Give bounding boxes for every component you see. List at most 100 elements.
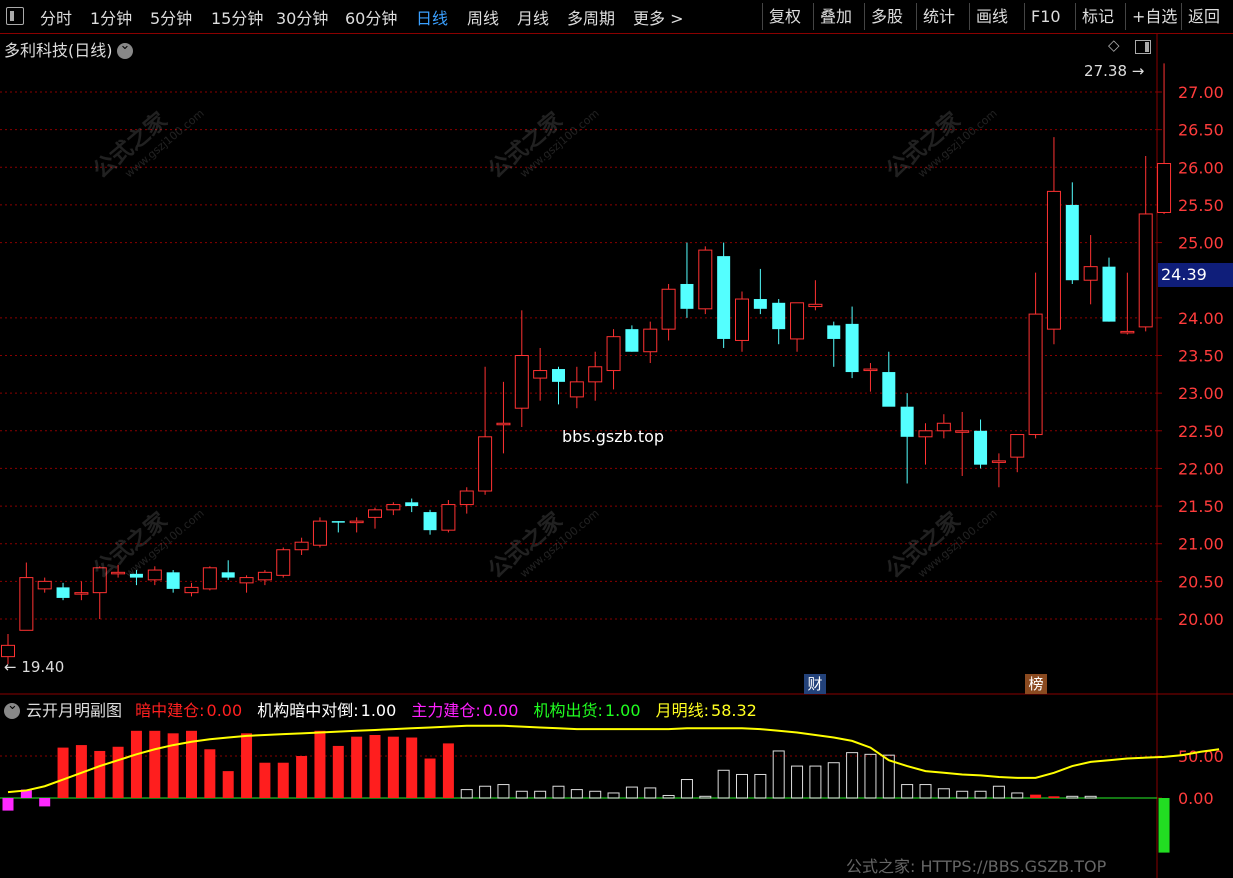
candle-body-up	[514, 355, 529, 409]
mark-button[interactable]: 标记	[1075, 3, 1120, 30]
indicator-bar	[937, 788, 950, 799]
candle-body-up	[1046, 190, 1061, 330]
indicator-bar	[791, 765, 804, 799]
candle-body-down	[552, 369, 565, 382]
candle-body-down	[753, 299, 767, 309]
period-tab[interactable]: 5分钟	[150, 5, 192, 29]
overlay-button[interactable]: 叠加	[813, 3, 858, 30]
indicator-bar	[442, 743, 454, 798]
f10-button[interactable]: F10	[1024, 3, 1067, 30]
price-tick-label: 26.00	[1178, 158, 1224, 177]
period-tab[interactable]: 15分钟	[211, 5, 263, 29]
candle-body-up	[459, 490, 474, 506]
stock-title[interactable]: 多利科技(日线)	[4, 37, 133, 61]
candle-body-up	[955, 430, 970, 433]
price-tick-label: 21.00	[1178, 535, 1224, 554]
candle-body-up	[368, 509, 382, 518]
period-tab[interactable]: 1分钟	[90, 5, 132, 29]
add-watchlist-button[interactable]: +自选	[1125, 3, 1183, 30]
period-tab[interactable]: 月线	[517, 5, 549, 29]
indicator-bar	[130, 730, 142, 798]
indicator-name[interactable]: 云开月明副图	[26, 701, 122, 720]
indicator-bar	[351, 736, 363, 798]
indicator-value: 0.00	[482, 701, 519, 720]
indicator-bar	[1048, 796, 1060, 798]
candle-body-down	[1102, 266, 1116, 322]
diamond-icon[interactable]: ◇	[1108, 36, 1120, 54]
candle-body-up	[936, 422, 951, 432]
finance-marker[interactable]: 财	[804, 674, 826, 694]
candle-body-up	[661, 288, 676, 330]
candle-body-up	[496, 422, 511, 426]
fuquan-button[interactable]: 复权	[762, 3, 807, 30]
candle-body-up	[37, 580, 52, 590]
indicator-bar	[204, 749, 216, 798]
indicator-bar	[589, 790, 602, 799]
period-tab[interactable]: 周线	[467, 5, 499, 29]
high-price-label: 27.38 →	[1084, 62, 1144, 80]
draw-button[interactable]: 画线	[969, 3, 1014, 30]
indicator-value: 1.00	[604, 701, 641, 720]
indicator-bar	[625, 786, 638, 799]
indicator-bar	[332, 745, 344, 798]
indicator-bar	[992, 785, 1005, 799]
period-tab[interactable]: 30分钟	[276, 5, 328, 29]
candle-body-up	[1028, 313, 1043, 436]
indicator-bar	[296, 756, 308, 798]
indicator-bar	[369, 735, 381, 798]
candle-body-up	[19, 577, 34, 631]
candle-body-down	[423, 512, 437, 531]
indicator-bar	[956, 790, 969, 799]
candle-body-up	[991, 460, 1006, 463]
price-tick-label: 27.00	[1178, 83, 1224, 102]
period-tab[interactable]: 分时	[40, 5, 72, 29]
panel-toggle-icon[interactable]	[6, 7, 24, 25]
multi-stock-button[interactable]: 多股	[864, 3, 909, 30]
candle-body-up	[257, 571, 272, 581]
indicator-bar	[1084, 795, 1097, 799]
candle-body-up	[147, 569, 162, 581]
candle-body-down	[845, 323, 859, 373]
period-tab-active[interactable]: 日线	[416, 5, 448, 29]
layout-icon[interactable]	[1135, 40, 1151, 54]
period-tab[interactable]: 多周期	[567, 5, 615, 29]
price-tick-label: 21.50	[1178, 497, 1224, 516]
indicator-bar	[1011, 792, 1024, 799]
indicator-bar	[662, 794, 675, 799]
low-price-label: ← 19.40	[4, 658, 64, 676]
indicator-bar	[277, 762, 289, 798]
candle-body-down	[405, 502, 419, 507]
indicator-bar	[864, 753, 877, 799]
indicator-bar	[2, 798, 14, 811]
candle-body-up	[735, 298, 749, 341]
indicator-bar	[314, 730, 326, 798]
rank-marker[interactable]: 榜	[1025, 674, 1047, 694]
candle-body-up	[441, 504, 456, 531]
back-button[interactable]: 返回	[1181, 3, 1226, 30]
indicator-bar	[680, 779, 693, 799]
indicator-bar	[1030, 794, 1042, 798]
indicator-bar	[241, 733, 253, 798]
indicator-bar	[39, 798, 51, 807]
indicator-bar	[736, 773, 748, 799]
candle-body-down	[1065, 204, 1079, 281]
period-tab[interactable]: 60分钟	[345, 5, 397, 29]
candle-body-up	[1083, 266, 1098, 281]
candle-body-up	[349, 520, 364, 524]
indicator-bar	[607, 792, 620, 799]
more-menu[interactable]: 更多 >	[633, 5, 684, 29]
candle-body-up	[698, 249, 713, 310]
candle-body-up	[918, 430, 933, 438]
candle-body-down	[882, 372, 896, 407]
price-tick-label: 25.00	[1178, 234, 1224, 253]
stats-button[interactable]: 统计	[916, 3, 961, 30]
indicator-dropdown-icon[interactable]	[4, 698, 20, 719]
indicator-bar	[479, 785, 492, 799]
candle-body-up	[202, 567, 217, 590]
indicator-label: 机构出货:	[533, 701, 603, 720]
footer-text: 公式之家: HTTPS://BBS.GSZB.TOP	[846, 857, 1107, 876]
indicator-bar	[644, 787, 657, 799]
candle-body-down	[827, 325, 841, 339]
dropdown-icon[interactable]	[116, 38, 133, 59]
candle-body-up	[74, 592, 89, 595]
